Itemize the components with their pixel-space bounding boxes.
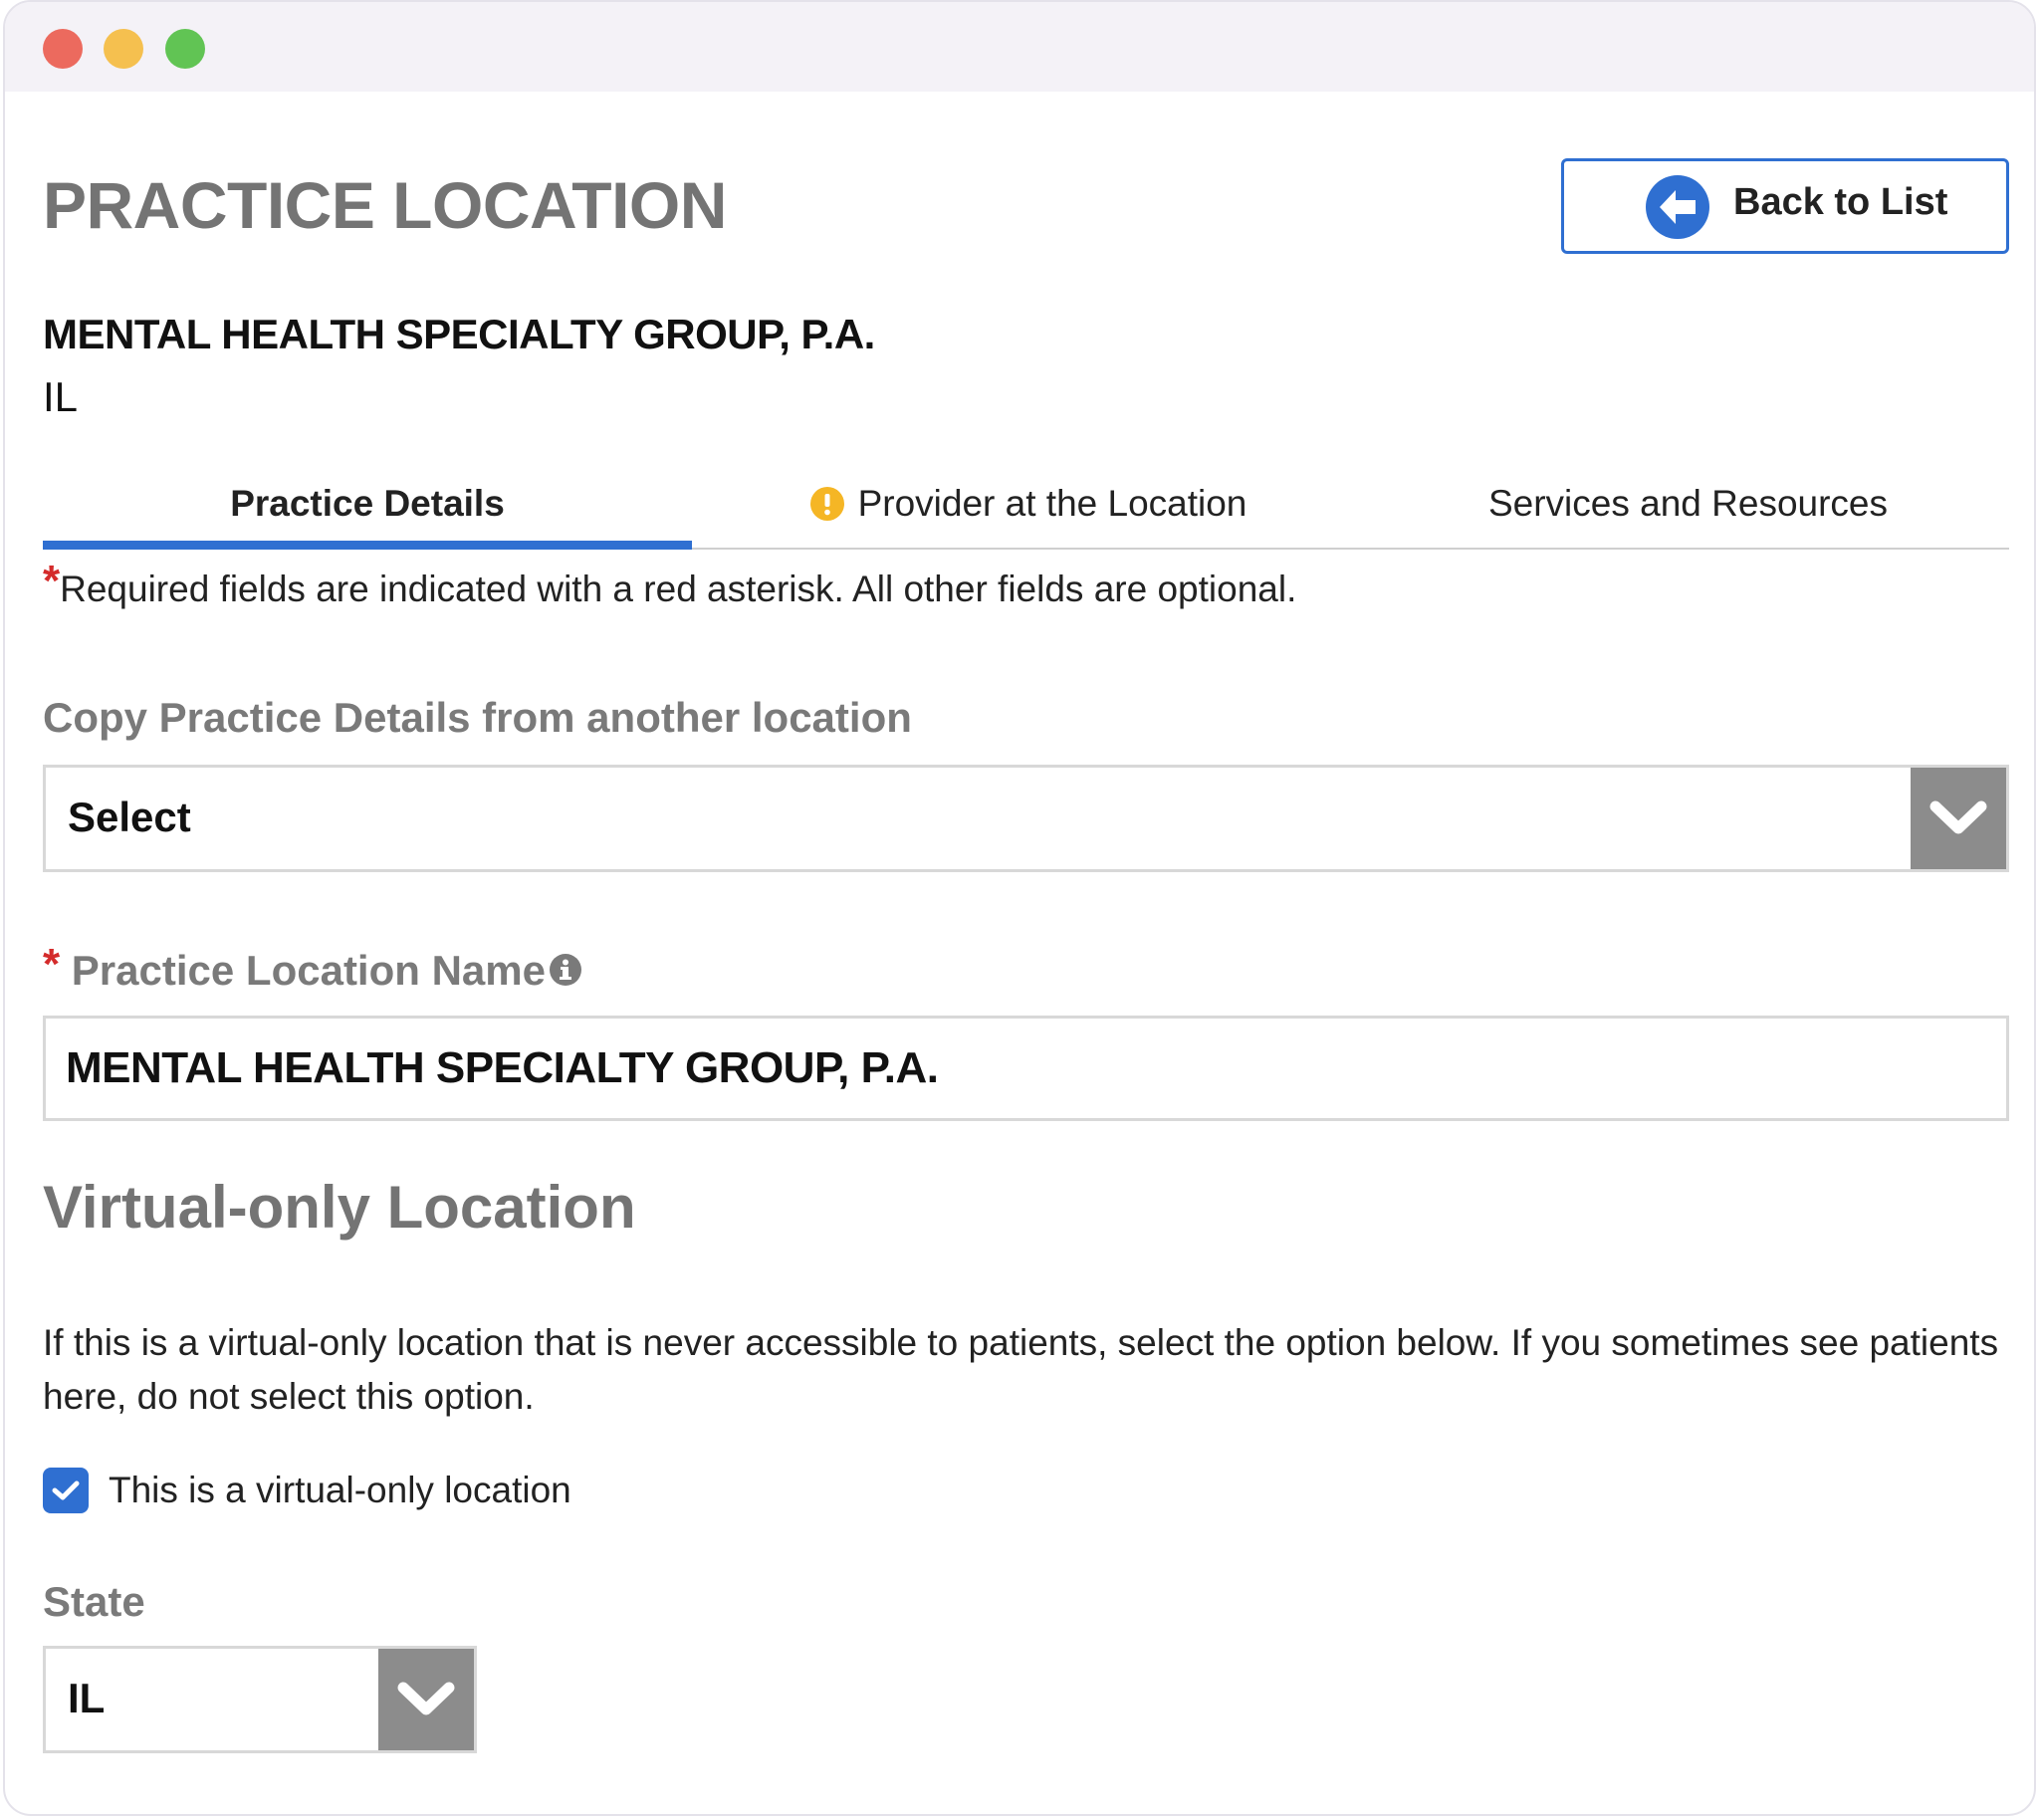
required-asterisk: * xyxy=(43,940,61,989)
close-window-button[interactable] xyxy=(43,29,83,69)
chevron-down-icon xyxy=(1929,800,1987,834)
tab-bar: Practice Details Provider at the Locatio… xyxy=(43,460,2009,550)
organization-state: IL xyxy=(43,373,79,420)
virtual-only-checkbox[interactable] xyxy=(43,1468,89,1513)
tab-label: Services and Resources xyxy=(1487,483,1889,524)
tab-provider-at-location[interactable]: Provider at the Location xyxy=(700,460,1357,548)
virtual-only-checkbox-label[interactable]: This is a virtual-only location xyxy=(109,1470,571,1511)
arrow-left-circle-icon xyxy=(1646,175,1709,239)
back-to-list-button[interactable]: Back to List xyxy=(1561,158,2009,254)
copy-details-dropdown-button[interactable] xyxy=(1911,768,2006,869)
location-name-label-row: * Practice Location Name xyxy=(43,940,581,996)
organization-name: MENTAL HEALTH SPECIALTY GROUP, P.A. xyxy=(43,311,875,357)
state-selected-value: IL xyxy=(68,1675,106,1721)
maximize-window-button[interactable] xyxy=(165,29,205,69)
required-asterisk: * xyxy=(43,557,61,605)
tab-services-and-resources[interactable]: Services and Resources xyxy=(1367,460,2009,548)
active-tab-indicator xyxy=(43,541,692,550)
app-window: PRACTICE LOCATION Back to List MENTAL HE… xyxy=(3,0,2036,1816)
page-title: PRACTICE LOCATION xyxy=(43,168,727,242)
location-name-label: Practice Location Name xyxy=(71,947,546,994)
copy-details-selected-value: Select xyxy=(68,794,191,840)
required-fields-note: *Required fields are indicated with a re… xyxy=(43,557,1297,612)
state-select[interactable]: IL xyxy=(43,1646,477,1753)
title-bar xyxy=(5,2,2034,92)
chevron-down-icon xyxy=(397,1682,455,1715)
info-icon[interactable] xyxy=(549,953,581,986)
warning-icon xyxy=(809,487,844,521)
tab-label: Practice Details xyxy=(230,483,505,524)
state-label: State xyxy=(43,1578,145,1625)
required-note-text: Required fields are indicated with a red… xyxy=(60,569,1297,609)
minimize-window-button[interactable] xyxy=(104,29,143,69)
state-dropdown-button[interactable] xyxy=(378,1649,474,1750)
tab-practice-details[interactable]: Practice Details xyxy=(43,460,692,548)
copy-details-label: Copy Practice Details from another locat… xyxy=(43,694,912,741)
copy-details-select[interactable]: Select xyxy=(43,765,2009,872)
back-to-list-label: Back to List xyxy=(1733,181,1948,223)
virtual-description: If this is a virtual-only location that … xyxy=(43,1322,1999,1417)
tab-label: Provider at the Location xyxy=(857,483,1247,524)
virtual-section-title: Virtual-only Location xyxy=(43,1174,636,1241)
checkmark-icon xyxy=(52,1480,80,1500)
location-name-input[interactable] xyxy=(43,1016,2009,1121)
